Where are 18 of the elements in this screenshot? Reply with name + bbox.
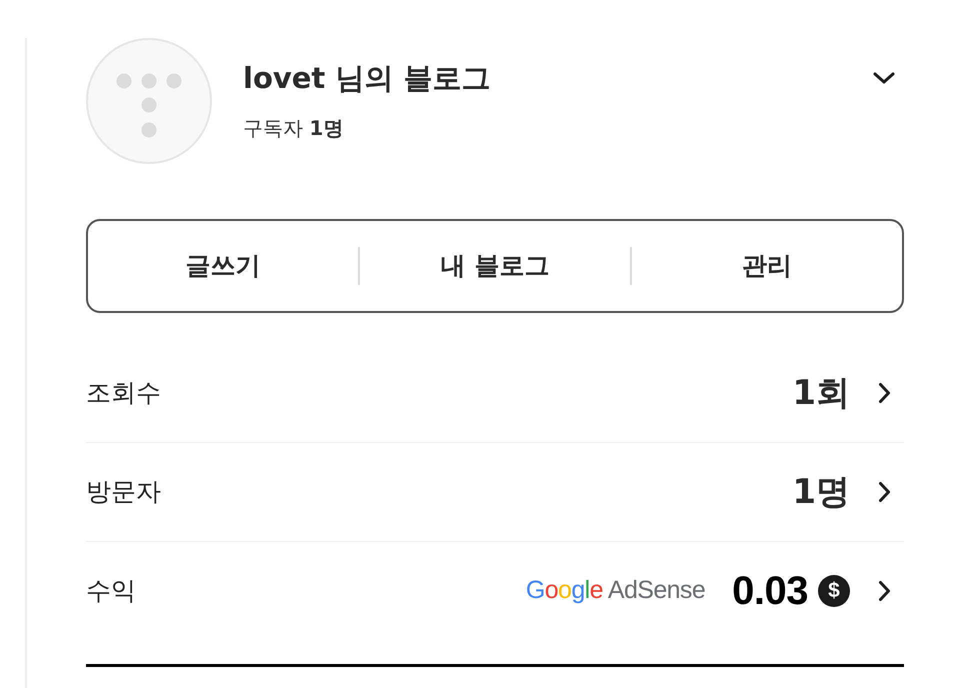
chevron-right-icon[interactable]	[878, 580, 891, 602]
action-button[interactable]: 관리	[632, 221, 902, 311]
action-button[interactable]: 내 블로그	[360, 221, 630, 311]
action-button[interactable]: 글쓰기	[88, 221, 358, 311]
subscriber-count: 구독자 1명	[243, 115, 344, 142]
stat-label: 방문자	[86, 476, 161, 508]
chevron-right-icon[interactable]	[878, 382, 891, 404]
stat-label: 수익	[86, 575, 136, 608]
stat-label: 조회수	[86, 377, 161, 410]
revenue-amount: 0.03	[732, 568, 808, 615]
stat-value: 1회	[792, 372, 850, 414]
blog-title: lovet 님의 블로그	[243, 60, 490, 97]
adsense-logo: Google AdSense	[526, 575, 706, 606]
chevron-right-icon[interactable]	[878, 481, 891, 503]
currency-symbol: $	[818, 575, 850, 607]
stat-value: 1명	[792, 470, 850, 514]
avatar-icon	[86, 38, 212, 164]
chevron-down-icon[interactable]	[872, 71, 896, 85]
